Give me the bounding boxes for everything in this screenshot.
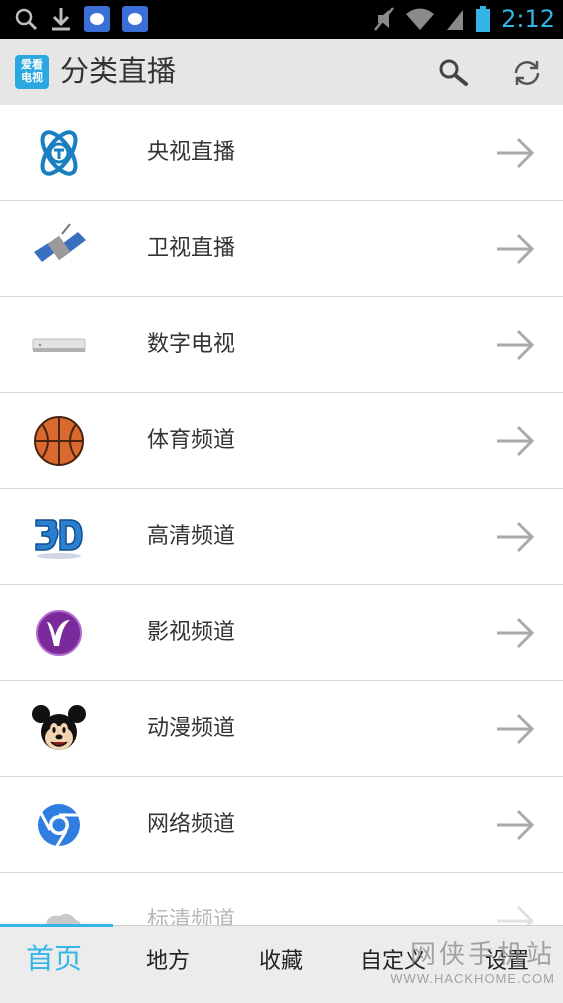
notification-icons bbox=[14, 6, 148, 32]
bottom-nav: 首页 地方 收藏 自定义 设置 网侠手机站 WWW.HACKHOME.COM bbox=[0, 924, 563, 1003]
arrow-right-icon bbox=[497, 521, 535, 553]
tab-home[interactable]: 首页 bbox=[26, 943, 82, 975]
app-logo-text-1: 爱看 bbox=[21, 58, 43, 71]
list-item-label: 卫视直播 bbox=[147, 236, 236, 261]
arrow-right-icon bbox=[497, 137, 535, 169]
list-item-label: 体育频道 bbox=[147, 428, 236, 453]
watermark-en: WWW.HACKHOME.COM bbox=[390, 971, 555, 986]
arrow-right-icon bbox=[497, 425, 535, 457]
list-item[interactable]: 标清频道 bbox=[0, 873, 563, 925]
page-title: 分类直播 bbox=[60, 54, 177, 88]
arrow-right-icon bbox=[497, 809, 535, 841]
basketball-icon bbox=[34, 416, 84, 466]
list-item-label: 影视频道 bbox=[147, 620, 236, 645]
watermark-cn: 网侠手机站 bbox=[409, 940, 555, 970]
tab-local[interactable]: 地方 bbox=[146, 946, 190, 978]
list-item[interactable]: 卫视直播 bbox=[0, 201, 563, 297]
list-item-label: 央视直播 bbox=[147, 140, 236, 165]
mute-icon bbox=[374, 7, 395, 31]
list-item-label: 数字电视 bbox=[147, 332, 236, 357]
list-item-label: 动漫频道 bbox=[147, 716, 236, 741]
arrow-right-icon bbox=[497, 233, 535, 265]
list-item[interactable]: 网络频道 bbox=[0, 777, 563, 873]
status-bar: 2:12 bbox=[0, 0, 563, 39]
list-item[interactable]: 央视直播 bbox=[0, 105, 563, 201]
wifi-icon bbox=[406, 8, 435, 30]
movie-v-icon bbox=[36, 610, 82, 656]
category-list[interactable]: 央视直播 卫视直播 数字电视 体育频道 高清频道 影视频道 动漫频道 网络频道 … bbox=[0, 105, 563, 925]
baidu-icon bbox=[122, 6, 148, 32]
tab-favorites[interactable]: 收藏 bbox=[259, 946, 303, 978]
cloud-icon bbox=[41, 913, 82, 925]
arrow-right-icon bbox=[497, 329, 535, 361]
action-bar: 爱看 电视 分类直播 bbox=[0, 39, 563, 105]
arrow-right-icon bbox=[497, 617, 535, 649]
refresh-icon bbox=[514, 61, 540, 85]
list-item[interactable]: 数字电视 bbox=[0, 297, 563, 393]
arrow-right-icon bbox=[497, 905, 535, 925]
search-icon bbox=[439, 59, 468, 86]
baidu-icon bbox=[84, 6, 110, 32]
refresh-button[interactable] bbox=[509, 57, 545, 89]
list-item[interactable]: 体育频道 bbox=[0, 393, 563, 489]
arrow-right-icon bbox=[497, 713, 535, 745]
list-item-label: 网络频道 bbox=[147, 812, 236, 837]
satellite-icon bbox=[34, 223, 86, 262]
watermark: 网侠手机站 WWW.HACKHOME.COM bbox=[390, 934, 555, 986]
download-icon bbox=[52, 8, 70, 31]
active-tab-indicator bbox=[0, 924, 113, 927]
search-icon bbox=[15, 8, 38, 31]
cctv-icon bbox=[40, 130, 78, 176]
search-button[interactable] bbox=[437, 57, 473, 89]
list-item[interactable]: 动漫频道 bbox=[0, 681, 563, 777]
list-item-label: 高清频道 bbox=[147, 524, 236, 549]
system-icons: 2:12 bbox=[373, 4, 555, 34]
mickey-icon bbox=[32, 705, 86, 750]
list-item[interactable]: 影视频道 bbox=[0, 585, 563, 681]
set-top-box-icon bbox=[32, 338, 86, 352]
list-item-label: 标清频道 bbox=[147, 908, 236, 925]
signal-icon bbox=[447, 10, 464, 30]
clock: 2:12 bbox=[501, 5, 555, 33]
list-item[interactable]: 高清频道 bbox=[0, 489, 563, 585]
battery-icon bbox=[476, 6, 491, 32]
app-logo: 爱看 电视 bbox=[15, 55, 49, 89]
chrome-icon bbox=[38, 804, 80, 847]
app-logo-text-2: 电视 bbox=[21, 71, 43, 84]
3d-icon bbox=[35, 519, 83, 559]
